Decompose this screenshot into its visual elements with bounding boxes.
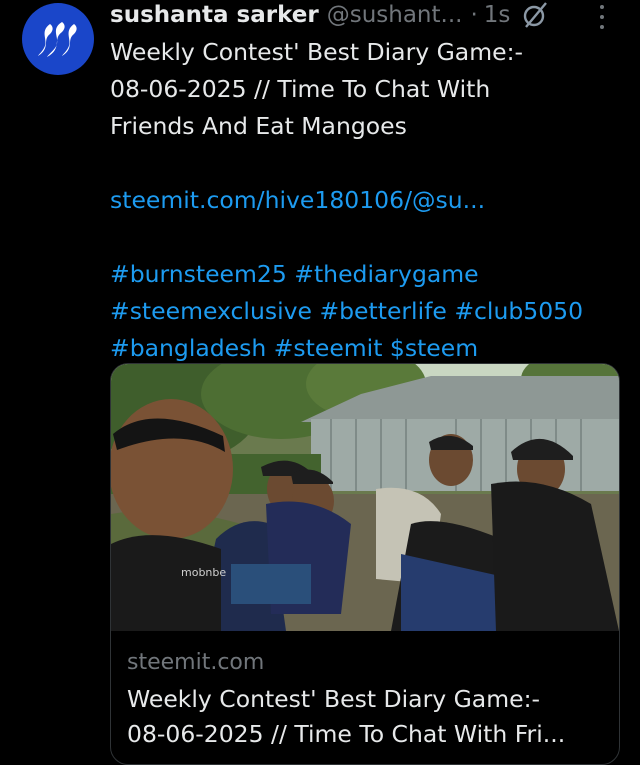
tweet-title-line: Friends And Eat Mangoes (110, 112, 407, 140)
hashtag-line[interactable]: #burnsteem25 #thediarygame (110, 256, 620, 293)
separator-dot: · (470, 2, 478, 28)
card-title-line: Weekly Contest' Best Diary Game:- (127, 685, 540, 713)
hashtag-line[interactable]: #steemexclusive #betterlife #club5050 (110, 293, 620, 330)
card-title-line: 08-06-2025 // Time To Chat With Fri... (127, 720, 566, 748)
author-name[interactable]: sushanta sarker (110, 2, 319, 28)
photo-shirt-text: mobnbe (181, 566, 226, 579)
grok-icon[interactable] (520, 0, 550, 30)
author-handle[interactable]: @sushant... (327, 2, 463, 28)
tweet-title-line: Weekly Contest' Best Diary Game:- (110, 38, 523, 66)
tweet-text: Weekly Contest' Best Diary Game:- 08-06-… (110, 34, 620, 367)
link-preview-card[interactable]: mobnbe steemit.com Weekly Contest' Best … (110, 363, 620, 765)
card-domain: steemit.com (127, 650, 265, 675)
tweet-title-line: 08-06-2025 // Time To Chat With (110, 75, 491, 103)
card-title: Weekly Contest' Best Diary Game:- 08-06-… (127, 682, 607, 752)
tweet-header: sushanta sarker @sushant... · 1s (110, 0, 630, 30)
timestamp[interactable]: 1s (484, 2, 511, 28)
steem-logo-icon (38, 22, 77, 57)
more-options-icon[interactable] (592, 5, 612, 29)
avatar[interactable] (22, 3, 94, 75)
hashtag-line[interactable]: #bangladesh #steemit $steem (110, 330, 620, 367)
preview-photo[interactable]: mobnbe (111, 364, 619, 631)
tweet-link[interactable]: steemit.com/hive180106/@su... (110, 182, 620, 219)
